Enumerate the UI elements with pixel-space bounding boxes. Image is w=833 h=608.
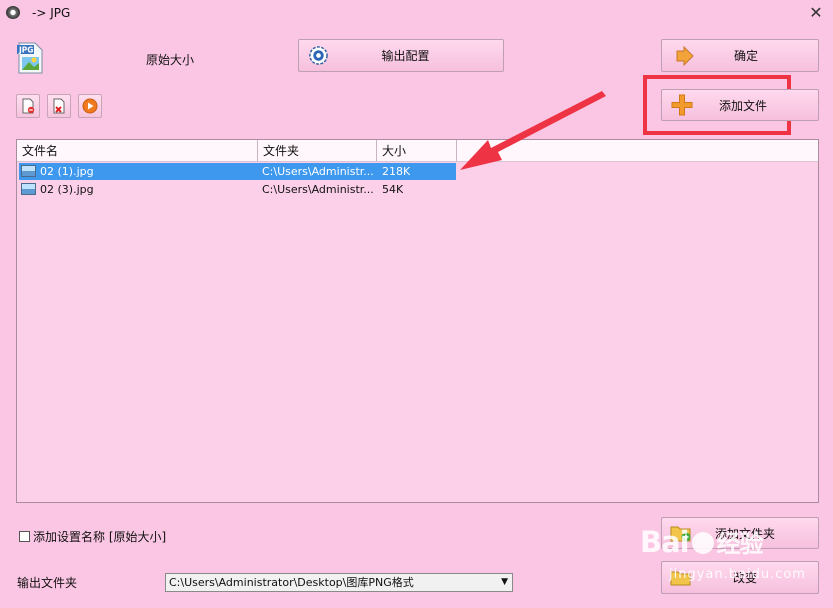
chevron-down-icon: ▼ bbox=[501, 577, 508, 587]
file-size-cell: 218K bbox=[382, 165, 411, 178]
output-folder-value: C:\Users\Administrator\Desktop\图库PNG格式 bbox=[169, 576, 414, 589]
watermark-url: jingyan.baidu.com bbox=[669, 567, 806, 582]
remove-file-button[interactable] bbox=[16, 94, 40, 118]
output-config-label: 输出配置 bbox=[381, 49, 430, 63]
paw-icon bbox=[691, 532, 714, 554]
column-header-filename[interactable]: 文件名 bbox=[17, 140, 258, 162]
window-title: -> JPG bbox=[32, 6, 71, 20]
annotation-arrow bbox=[460, 91, 606, 170]
file-folder-cell: C:\Users\Administr... bbox=[262, 165, 374, 178]
play-button[interactable] bbox=[78, 94, 102, 118]
preset-label: 原始大小 bbox=[146, 53, 195, 67]
file-name-cell: 02 (3).jpg bbox=[40, 183, 94, 196]
file-folder-cell: C:\Users\Administr... bbox=[262, 183, 374, 196]
clear-list-icon bbox=[53, 98, 65, 114]
output-config-button[interactable]: 输出配置 bbox=[298, 39, 504, 72]
gear-icon bbox=[309, 46, 328, 65]
file-name-cell: 02 (1).jpg bbox=[40, 165, 94, 178]
image-file-icon bbox=[21, 183, 36, 195]
file-size-cell: 54K bbox=[382, 183, 404, 196]
add-preset-name-label: 添加设置名称 [原始大小] bbox=[33, 530, 167, 544]
table-row[interactable]: 02 (3).jpg C:\Users\Administr... 54K bbox=[19, 181, 456, 198]
clear-list-button[interactable] bbox=[47, 94, 71, 118]
plus-icon bbox=[671, 94, 693, 116]
ok-button[interactable]: 确定 bbox=[661, 39, 819, 72]
remove-file-icon bbox=[22, 98, 35, 114]
watermark-brand: Bai bbox=[640, 525, 690, 559]
add-preset-name-checkbox[interactable] bbox=[19, 531, 30, 542]
output-folder-select[interactable]: C:\Users\Administrator\Desktop\图库PNG格式 ▼ bbox=[165, 573, 513, 592]
svg-text:JPG: JPG bbox=[18, 46, 33, 55]
arrow-right-icon bbox=[674, 45, 694, 66]
add-file-label: 添加文件 bbox=[718, 98, 767, 113]
column-header-folder[interactable]: 文件夹 bbox=[258, 140, 377, 162]
ok-label: 确定 bbox=[733, 49, 758, 63]
add-file-button[interactable]: 添加文件 bbox=[661, 89, 819, 121]
image-file-icon bbox=[21, 165, 36, 177]
watermark-logo: Bai 经验 bbox=[640, 524, 764, 559]
jpg-format-icon: JPG bbox=[17, 42, 43, 74]
table-row[interactable]: 02 (1).jpg C:\Users\Administr... 218K bbox=[19, 163, 456, 180]
watermark-brand2: 经验 bbox=[716, 530, 764, 558]
output-folder-label: 输出文件夹 bbox=[17, 576, 78, 590]
app-icon bbox=[6, 6, 20, 19]
play-icon bbox=[82, 98, 98, 114]
close-button[interactable]: ✕ bbox=[803, 2, 829, 24]
file-list[interactable]: 文件名 文件夹 大小 02 (1).jpg C:\Users\Administr… bbox=[16, 139, 819, 503]
